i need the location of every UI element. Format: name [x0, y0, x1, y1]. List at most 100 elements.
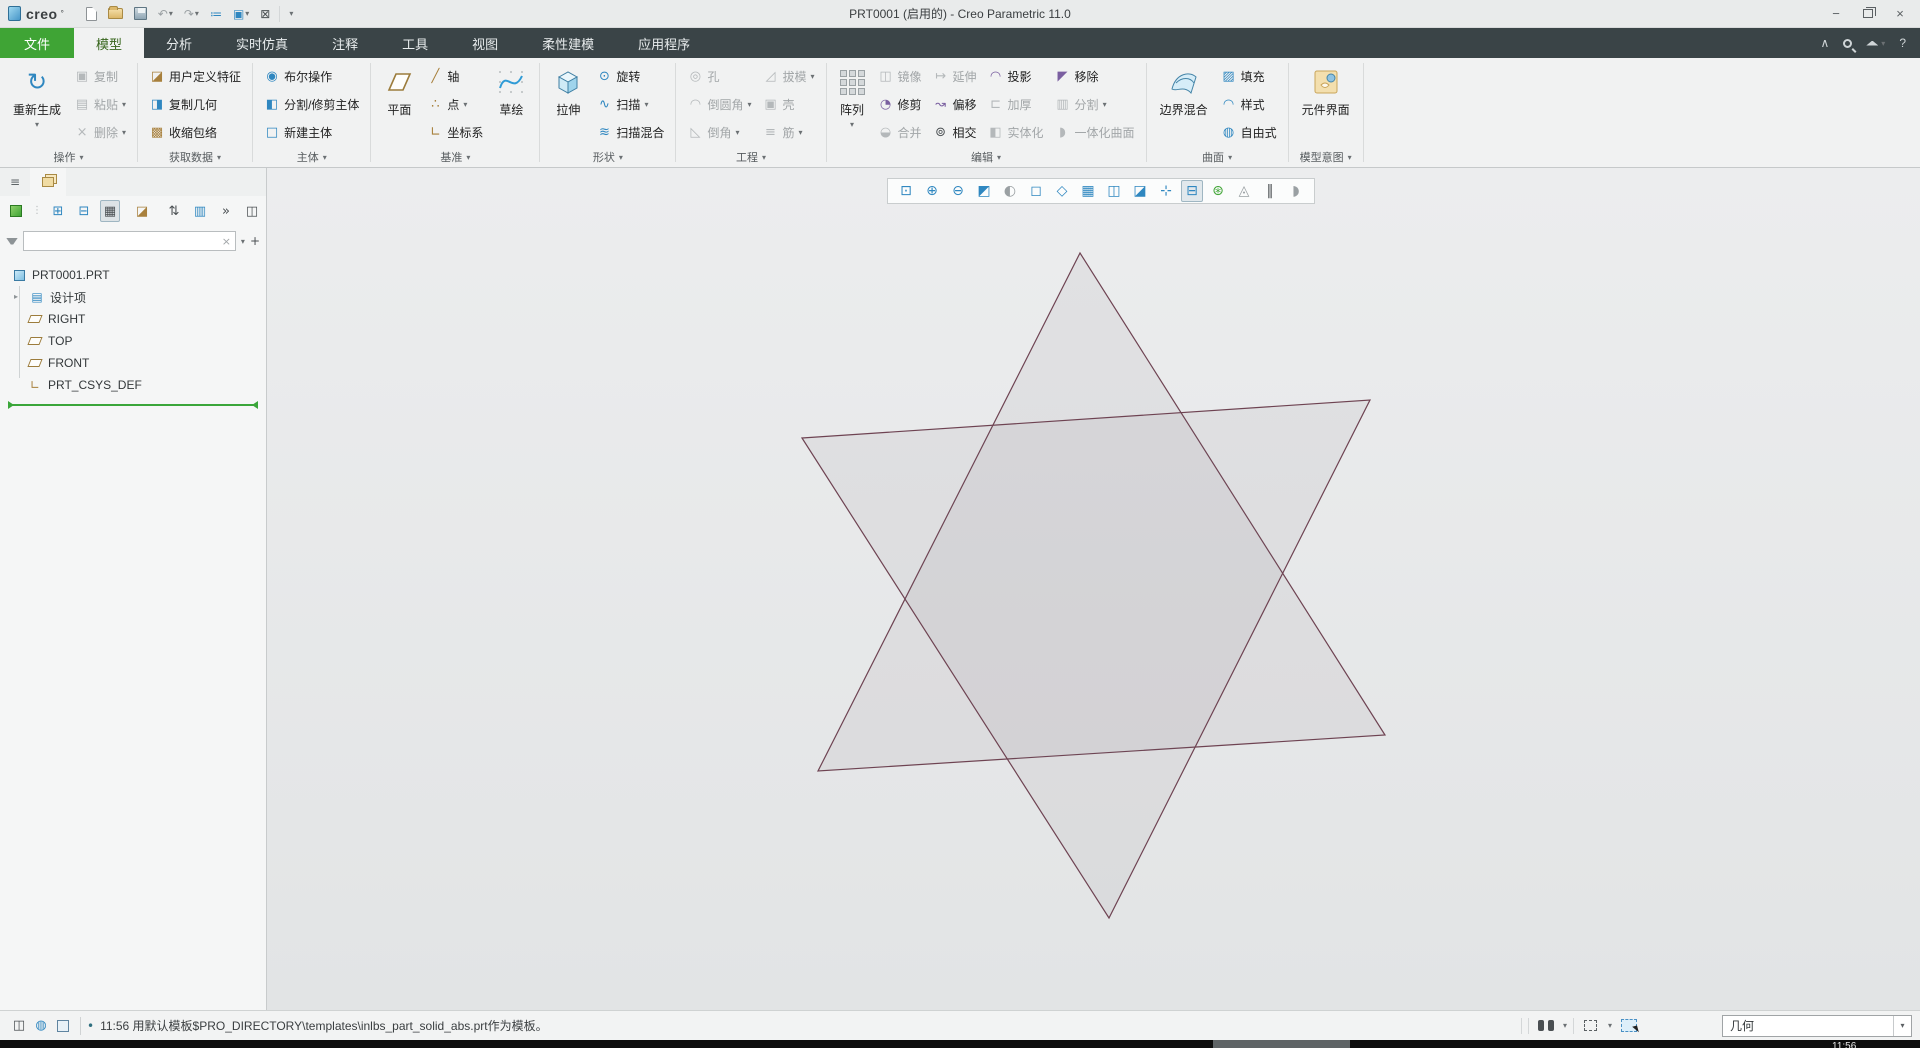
save-button[interactable]: [132, 4, 149, 24]
tab-realtime-simulation[interactable]: 实时仿真: [214, 28, 310, 58]
rib-button[interactable]: ≡筋▾: [758, 121, 818, 145]
command-search-icon[interactable]: [1843, 39, 1852, 48]
udf-button[interactable]: ◪用户定义特征: [145, 64, 245, 88]
delete-button[interactable]: ×删除▾: [70, 121, 130, 145]
swept-blend-button[interactable]: ≋扫描混合: [592, 121, 668, 145]
search-clear-icon[interactable]: ×: [222, 236, 231, 247]
browser-toggle-button[interactable]: ◍: [30, 1015, 52, 1037]
solidify-button[interactable]: ◧实体化: [984, 121, 1048, 145]
model-tree-tab-icon[interactable]: ≡: [0, 176, 30, 188]
environment-button[interactable]: ◫: [1103, 180, 1125, 202]
restore-button[interactable]: [1854, 4, 1882, 24]
search-options-dropdown[interactable]: ▾: [241, 237, 245, 246]
tree-node-front-plane[interactable]: FRONT: [0, 352, 266, 374]
offset-button[interactable]: ↝偏移: [929, 92, 981, 116]
datum-display-filters-button[interactable]: ⊹: [1155, 180, 1177, 202]
group-label-model-intent[interactable]: 模型意图▾: [1289, 147, 1363, 167]
repaint-button[interactable]: ◩: [973, 180, 995, 202]
selection-filter-combo[interactable]: 几何 ▾: [1722, 1015, 1912, 1037]
close-window-button[interactable]: ⊠: [258, 4, 272, 24]
datum-csys-button[interactable]: ∟坐标系: [423, 121, 487, 145]
extend-button[interactable]: ↦延伸: [929, 64, 981, 88]
orient-mode-button[interactable]: ◬: [1233, 180, 1255, 202]
tab-analysis[interactable]: 分析: [144, 28, 214, 58]
tab-flexible-modeling[interactable]: 柔性建模: [520, 28, 616, 58]
group-label-editing[interactable]: 编辑▾: [827, 147, 1146, 167]
graphics-area[interactable]: ⊡ ⊕ ⊖ ◩ ◐ ◻ ◇ ▦ ◫ ◪ ⊹ ⊟ ⊛ ◬ ‖ ◗: [267, 168, 1920, 1010]
chamfer-button[interactable]: ◺倒角▾: [683, 121, 755, 145]
group-label-surfaces[interactable]: 曲面▾: [1147, 147, 1288, 167]
mirror-button[interactable]: ◫镜像: [874, 64, 926, 88]
expand-all-button[interactable]: ⊞: [48, 200, 68, 222]
redo-button[interactable]: ↷▾: [182, 4, 201, 24]
help-button[interactable]: ?: [1899, 36, 1906, 50]
untrim-button[interactable]: ◗一体化曲面: [1051, 121, 1139, 145]
thicken-button[interactable]: ⊏加厚: [984, 92, 1048, 116]
project-button[interactable]: ◠投影: [984, 64, 1048, 88]
search-add-button[interactable]: +: [250, 235, 260, 247]
display-style-button[interactable]: ◻: [1025, 180, 1047, 202]
tab-tools[interactable]: 工具: [380, 28, 450, 58]
tab-annotate[interactable]: 注释: [310, 28, 380, 58]
tree-column-display-button[interactable]: ▥: [190, 200, 210, 222]
copy-geometry-button[interactable]: ◨复制几何: [145, 92, 245, 116]
new-body-button[interactable]: □新建主体: [260, 121, 363, 145]
copy-button[interactable]: ▣复制: [70, 64, 130, 88]
selection-filter-dropdown[interactable]: ▾: [1893, 1016, 1911, 1036]
datum-axis-button[interactable]: ╱轴: [423, 64, 487, 88]
remove-button[interactable]: ◤移除: [1051, 64, 1139, 88]
learning-connector-button[interactable]: ▾: [1866, 39, 1885, 48]
group-label-body[interactable]: 主体▾: [253, 147, 370, 167]
spin-center-button[interactable]: ⊛: [1207, 180, 1229, 202]
freestyle-button[interactable]: ◍自由式: [1217, 121, 1281, 145]
collapse-ribbon-button[interactable]: ∧: [1821, 36, 1830, 50]
saved-orientations-button[interactable]: ◇: [1051, 180, 1073, 202]
tab-applications[interactable]: 应用程序: [616, 28, 712, 58]
sweep-button[interactable]: ∿扫描▾: [592, 92, 668, 116]
section-button[interactable]: ◪: [1129, 180, 1151, 202]
undo-button[interactable]: ↶▾: [156, 4, 175, 24]
tree-search-input[interactable]: [28, 234, 222, 248]
navigator-toggle-button[interactable]: ◫: [8, 1015, 30, 1037]
close-button[interactable]: ×: [1886, 4, 1914, 24]
datum-plane-button[interactable]: 平面: [378, 62, 420, 147]
draft-button[interactable]: ◿拔模▾: [758, 64, 818, 88]
find-button[interactable]: [1535, 1015, 1557, 1037]
boundary-blend-button[interactable]: 边界混合: [1154, 62, 1214, 147]
component-interface-button[interactable]: 元件界面: [1296, 62, 1356, 147]
group-label-shapes[interactable]: 形状▾: [540, 147, 675, 167]
group-label-datum[interactable]: 基准▾: [371, 147, 539, 167]
group-label-operations[interactable]: 操作▾: [0, 147, 137, 167]
tree-udf-button[interactable]: ◪: [132, 200, 152, 222]
collapse-all-button[interactable]: ⊟: [74, 200, 94, 222]
select-box-dropdown[interactable]: ▾: [1608, 1021, 1612, 1030]
select-box-button[interactable]: [1580, 1015, 1602, 1037]
toolbar-overflow-button[interactable]: »: [216, 200, 236, 222]
shrinkwrap-button[interactable]: ▩收缩包络: [145, 121, 245, 145]
tab-view[interactable]: 视图: [450, 28, 520, 58]
annotation-display-button[interactable]: ⊟: [1181, 180, 1203, 202]
customize-qat-button[interactable]: ▾: [287, 4, 295, 24]
round-button[interactable]: ◠倒圆角▾: [683, 92, 755, 116]
zoom-in-button[interactable]: ⊕: [921, 180, 943, 202]
tree-node-top-plane[interactable]: TOP: [0, 330, 266, 352]
hole-button[interactable]: ◎孔: [683, 64, 755, 88]
extrude-button[interactable]: 拉伸: [547, 62, 589, 147]
tree-columns-toggle[interactable]: ▦: [100, 200, 120, 222]
datum-point-button[interactable]: ∴点▾: [423, 92, 487, 116]
tree-node-csys[interactable]: ∟ PRT_CSYS_DEF: [0, 374, 266, 396]
window-switch-button[interactable]: ▣▾: [231, 4, 251, 24]
pause-button[interactable]: ‖: [1259, 180, 1281, 202]
group-label-get-data[interactable]: 获取数据▾: [138, 147, 252, 167]
fullscreen-toggle-button[interactable]: [52, 1015, 74, 1037]
split-trim-body-button[interactable]: ◧分割/修剪主体: [260, 92, 363, 116]
style-button[interactable]: ◠样式: [1217, 92, 1281, 116]
folder-browser-tab[interactable]: [30, 168, 66, 196]
tree-filter-button[interactable]: ⇅: [164, 200, 184, 222]
merge-button[interactable]: ◒合并: [874, 121, 926, 145]
minimize-button[interactable]: −: [1822, 4, 1850, 24]
select-preview-button[interactable]: [1618, 1015, 1640, 1037]
fill-button[interactable]: ▨填充: [1217, 64, 1281, 88]
boolean-operations-button[interactable]: ◉布尔操作: [260, 64, 363, 88]
model-display-options-button[interactable]: ≔: [208, 4, 224, 24]
